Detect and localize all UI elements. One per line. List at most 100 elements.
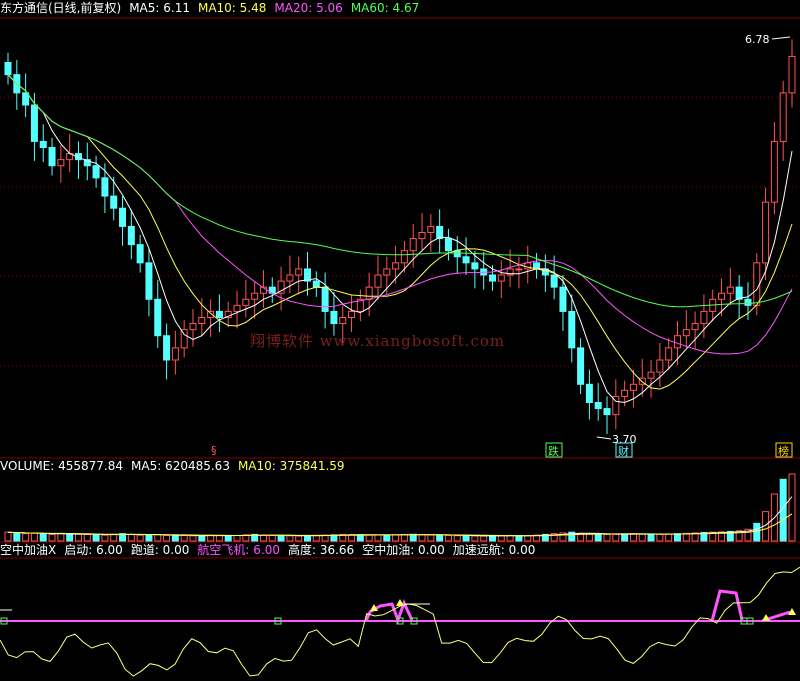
candle-body	[577, 347, 585, 385]
marker-die: 跌	[548, 444, 559, 458]
candle-body	[154, 298, 162, 337]
volume-bar	[427, 534, 435, 542]
volume-bar	[453, 535, 461, 542]
volume-bar	[295, 535, 303, 542]
volume-bar	[215, 534, 223, 542]
volume-ma5-line	[7, 496, 793, 537]
candle-body	[48, 147, 56, 167]
candle-body	[621, 389, 629, 397]
volume-bar	[286, 535, 294, 542]
volume-bar	[488, 535, 496, 542]
candle-body	[127, 225, 135, 246]
volume-bar	[259, 534, 267, 542]
candle-body	[242, 298, 250, 306]
volume-bar	[409, 533, 417, 542]
volume-bar	[189, 535, 197, 542]
volume-bar	[471, 535, 479, 542]
candle-body	[171, 347, 179, 361]
high-price-pointer	[771, 36, 791, 40]
candle-body	[163, 335, 171, 361]
volume-bar	[224, 535, 232, 542]
volume-bar	[180, 535, 188, 542]
candle-body	[471, 262, 479, 270]
volume-bar	[48, 533, 56, 542]
candle-body	[383, 268, 391, 276]
candle-body	[286, 274, 294, 282]
candle-body	[30, 104, 38, 142]
candle-body	[453, 250, 461, 258]
candle-body	[233, 304, 241, 312]
volume-bar	[497, 535, 505, 542]
volume-bars	[4, 473, 796, 542]
volume-bar	[30, 532, 38, 542]
volume-bar	[515, 535, 523, 542]
volume-bar	[145, 534, 153, 542]
volume-bar	[753, 522, 761, 542]
volume-bar	[383, 534, 391, 542]
candle-body	[647, 371, 655, 379]
volume-bar	[629, 533, 637, 542]
candle-body	[110, 195, 118, 209]
candle-body	[665, 347, 673, 361]
candle-body	[488, 274, 496, 282]
candle-body	[515, 268, 523, 271]
volume-bar	[163, 534, 171, 542]
indicator-lines	[0, 566, 800, 677]
volume-bar	[365, 534, 373, 542]
watermark: 翔博软件 www.xiangbosoft.com	[250, 332, 506, 350]
volume-bar	[39, 533, 47, 542]
candle-body	[101, 177, 109, 197]
volume-bar	[233, 535, 241, 542]
volume-bar	[304, 535, 312, 542]
candle-body	[136, 244, 144, 264]
candle-body	[348, 310, 356, 318]
candle-body	[682, 329, 690, 337]
candle-body	[4, 62, 12, 76]
candle-body	[594, 402, 602, 410]
candle-body	[585, 383, 593, 403]
candle-body	[39, 140, 47, 149]
volume-bar	[312, 534, 320, 542]
volume-bar	[66, 533, 74, 542]
volume-bar	[171, 535, 179, 542]
candle-body	[718, 292, 726, 300]
candle-body	[550, 274, 558, 288]
volume-bar	[594, 533, 602, 542]
volume-bar	[444, 534, 452, 542]
volume-bar	[400, 534, 408, 542]
moving-average-lines	[7, 74, 793, 404]
candle-body	[726, 286, 734, 294]
candle-body	[462, 256, 470, 264]
high-price-label: 6.78	[745, 33, 770, 46]
candle-body	[673, 335, 681, 349]
candle-body	[753, 262, 761, 306]
volume-bar	[673, 533, 681, 542]
candle-body	[427, 225, 435, 234]
volume-bar	[136, 534, 144, 542]
candle-body	[436, 225, 444, 240]
volume-bar	[418, 534, 426, 542]
volume-bar	[127, 534, 135, 542]
volume-bar	[612, 533, 620, 542]
candle-body	[568, 310, 576, 349]
volume-bar	[110, 533, 118, 542]
marker-cai: 财	[618, 444, 629, 458]
candle-body	[92, 165, 100, 179]
volume-bar	[480, 535, 488, 542]
marker-bang: 榜	[778, 444, 789, 458]
candle-body	[374, 274, 382, 288]
candle-body	[788, 55, 796, 94]
candle-body	[559, 286, 567, 312]
candle-body	[409, 238, 417, 252]
volume-bar	[524, 535, 532, 542]
candle-body	[700, 310, 708, 325]
volume-bar	[83, 534, 91, 542]
volume-bar	[603, 534, 611, 542]
candle-body	[365, 286, 373, 300]
volume-bar	[13, 532, 21, 542]
candle-body	[198, 317, 206, 325]
candle-body	[762, 201, 770, 264]
volume-ma10-line	[7, 513, 793, 537]
candle-body	[744, 298, 752, 306]
candle-body	[119, 207, 127, 227]
